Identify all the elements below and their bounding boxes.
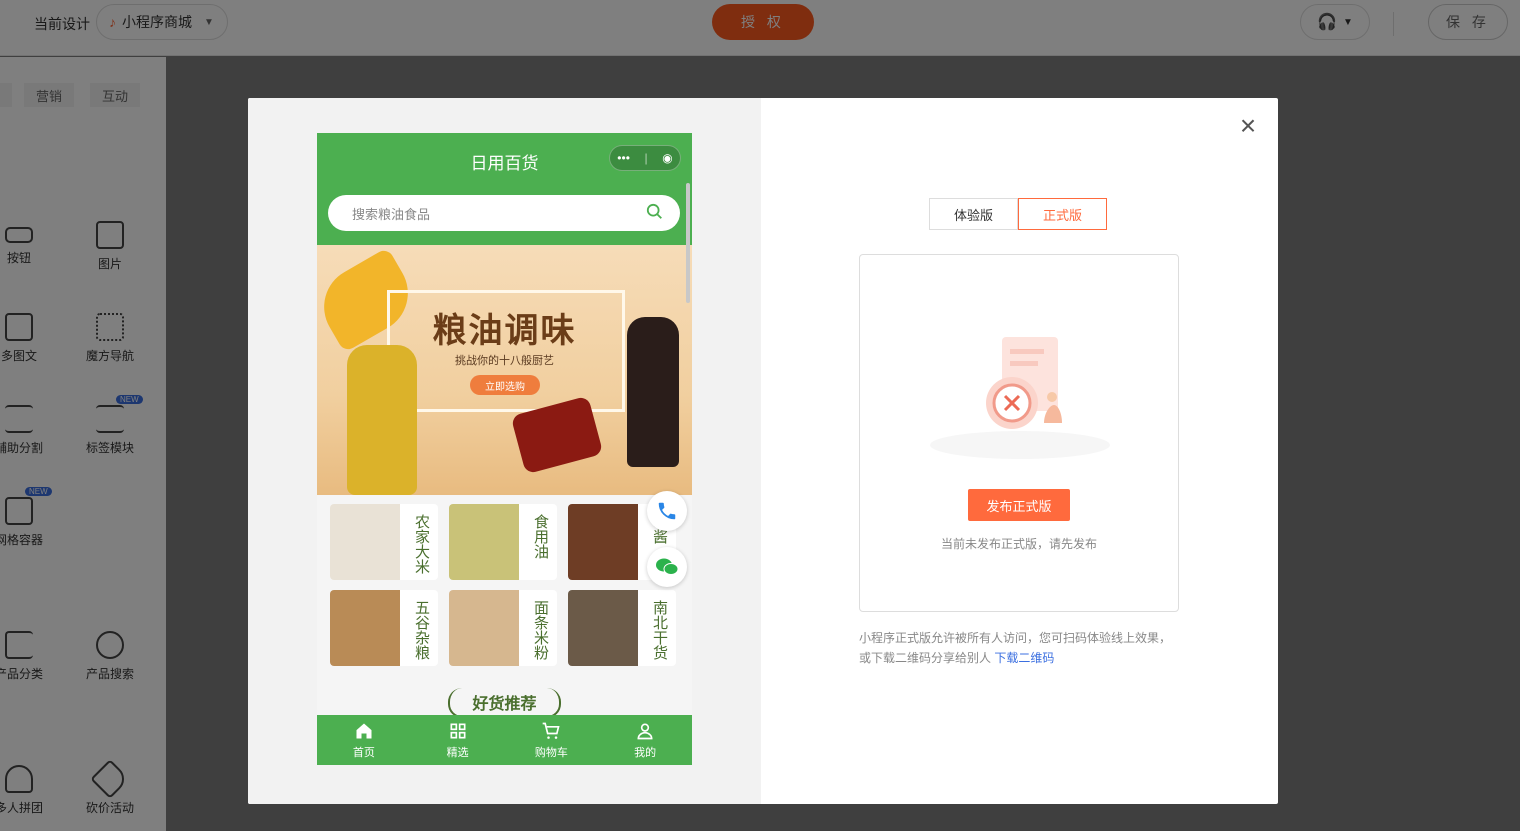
soy-sauce-image (627, 317, 679, 467)
banner-cta-button[interactable]: 立即选购 (470, 375, 540, 395)
category-label: 南北干货 (651, 600, 669, 660)
search-icon (646, 203, 662, 219)
dried-goods-image (568, 590, 638, 666)
grains-image (330, 590, 400, 666)
tab-label: 精选 (446, 746, 469, 759)
phone-preview: 日用百货 ••• | ◉ 搜索粮油食品 粮油调味 挑战你的十八般厨艺 立即选购 (317, 133, 692, 765)
grid-icon (450, 723, 466, 738)
phone-tabbar: 首页 精选 购物车 我的 (317, 715, 692, 765)
publish-modal: 日用百货 ••• | ◉ 搜索粮油食品 粮油调味 挑战你的十八般厨艺 立即选购 (248, 98, 1278, 804)
home-icon (356, 723, 372, 738)
wechat-button[interactable] (647, 547, 687, 587)
user-icon (637, 723, 653, 739)
wechat-icon (656, 558, 679, 575)
not-published-illustration (930, 337, 1110, 459)
tab-label: 首页 (352, 746, 375, 759)
tab-label: 我的 (634, 746, 657, 759)
version-tabs: 体验版 正式版 (929, 198, 1107, 230)
search-input[interactable]: 搜索粮油食品 (328, 195, 680, 231)
tab-featured[interactable]: 精选 (411, 715, 505, 765)
preview-pane: 日用百货 ••• | ◉ 搜索粮油食品 粮油调味 挑战你的十八般厨艺 立即选购 (248, 98, 761, 804)
tab-home[interactable]: 首页 (317, 715, 411, 765)
category-item[interactable]: 面条米粉 (449, 590, 557, 666)
publish-tip: 当前未发布正式版，请先发布 (940, 537, 1097, 551)
section-title: 好货推荐 (317, 688, 692, 718)
category-item[interactable]: 食用油 (449, 504, 557, 580)
more-icon: ••• (617, 151, 630, 165)
cart-icon (543, 722, 560, 739)
release-description: 小程序正式版允许被所有人访问，您可扫码体验线上效果，或下载二维码分享给别人 下载… (859, 628, 1179, 668)
oil-bottle-image (347, 345, 417, 495)
noodles-image (449, 590, 519, 666)
mini-program-capsule[interactable]: ••• | ◉ (609, 145, 681, 171)
category-label: 农家大米 (413, 514, 431, 574)
rice-image (330, 504, 400, 580)
preview-scrollbar[interactable] (686, 183, 690, 303)
close-icon[interactable]: × (1234, 112, 1262, 140)
category-item[interactable]: 南北干货 (568, 590, 676, 666)
download-qrcode-link[interactable]: 下载二维码 (994, 651, 1054, 665)
category-item[interactable]: 五谷杂粮 (330, 590, 438, 666)
tab-release-version[interactable]: 正式版 (1018, 198, 1107, 230)
search-placeholder: 搜索粮油食品 (352, 206, 431, 222)
tab-trial-version[interactable]: 体验版 (929, 198, 1018, 230)
category-label: 面条米粉 (532, 600, 550, 660)
tab-label: 购物车 (534, 746, 568, 759)
category-label: 食用油 (532, 514, 550, 559)
cooking-oil-image (449, 504, 519, 580)
banner[interactable]: 粮油调味 挑战你的十八般厨艺 立即选购 (317, 245, 692, 620)
sauce-image (568, 504, 638, 580)
tab-mine[interactable]: 我的 (598, 715, 692, 765)
phone-header: 日用百货 ••• | ◉ 搜索粮油食品 (317, 133, 692, 245)
category-label: 五谷杂粮 (413, 600, 431, 660)
tab-cart[interactable]: 购物车 (505, 715, 599, 765)
close-target-icon: ◉ (662, 151, 673, 165)
release-card: 发布正式版 当前未发布正式版，请先发布 (859, 254, 1179, 612)
publish-release-button[interactable]: 发布正式版 (968, 489, 1070, 521)
category-item[interactable]: 农家大米 (330, 504, 438, 580)
phone-call-button[interactable] (647, 491, 687, 531)
section-title-text: 好货推荐 (448, 688, 561, 718)
phone-icon (658, 502, 676, 520)
capsule-divider: | (644, 151, 648, 165)
